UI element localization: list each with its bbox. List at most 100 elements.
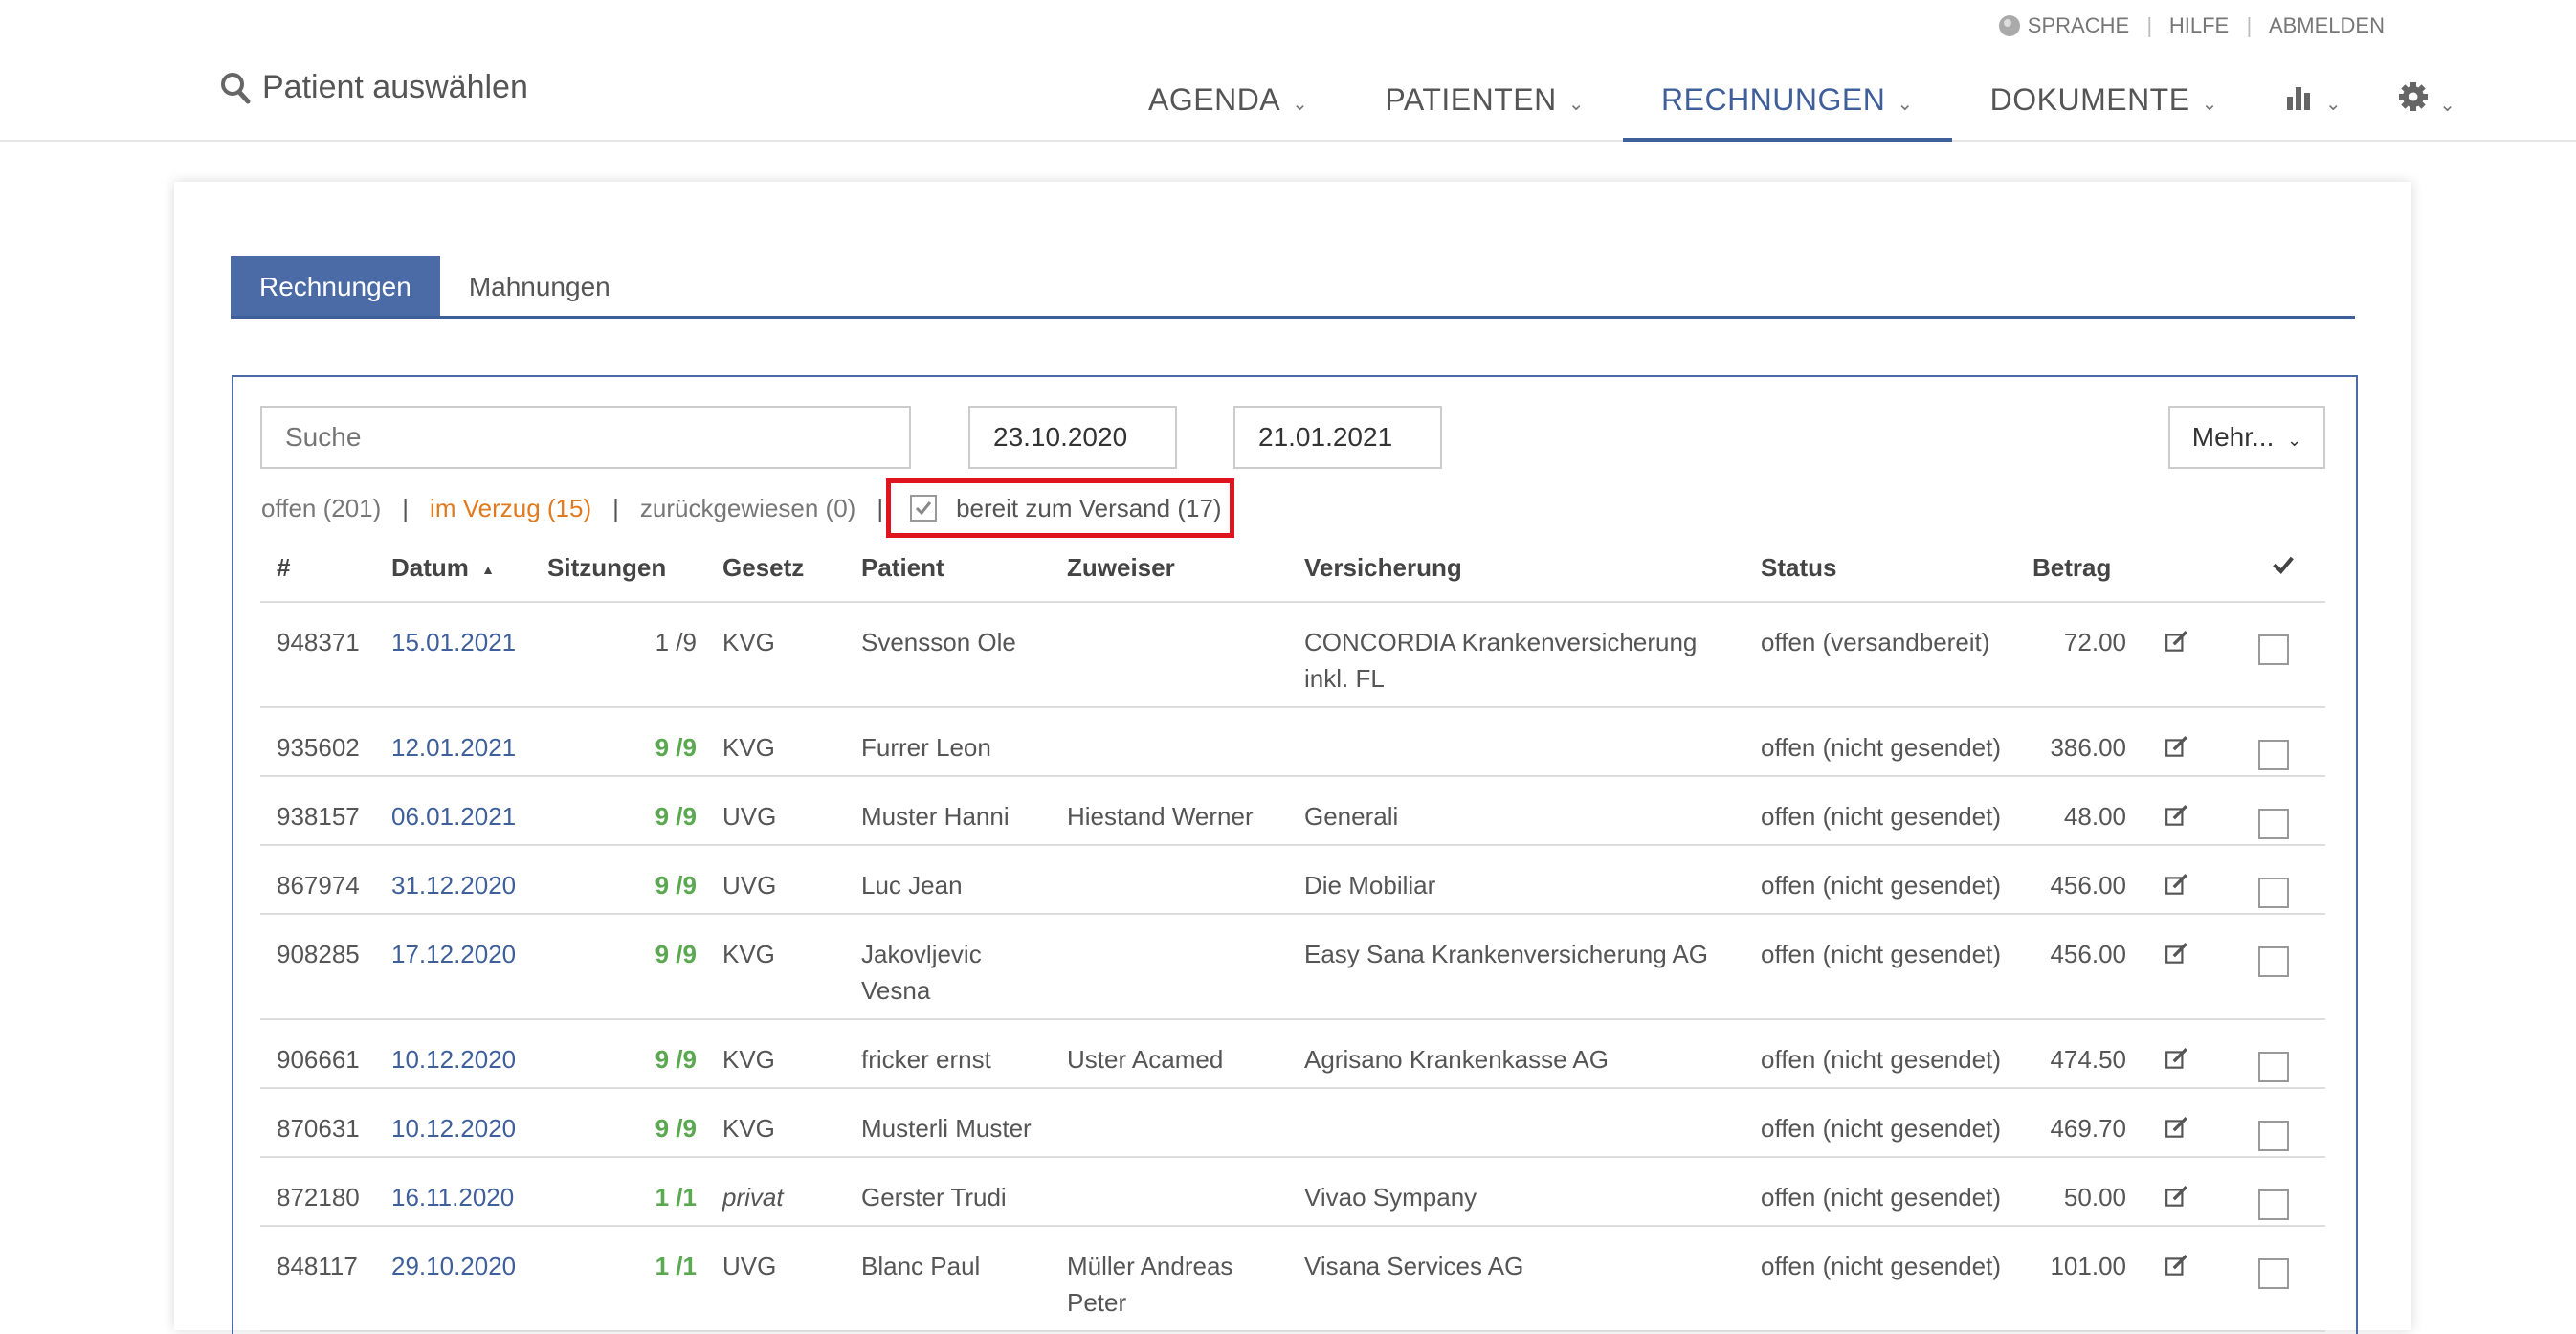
row-select-checkbox-cell[interactable] (2258, 942, 2289, 978)
row-select-checkbox-cell[interactable] (2258, 873, 2289, 909)
row-select-checkbox-cell[interactable] (2258, 1254, 2289, 1290)
select-all-checkmark-icon[interactable] (2270, 551, 2297, 585)
top-navigation-bar: SPRACHE | HILFE | ABMELDEN Patient auswä… (0, 0, 2576, 142)
column-header-status[interactable]: Status (1761, 553, 1836, 583)
patient-name: fricker ernst (861, 1045, 991, 1074)
edit-icon[interactable] (2165, 1114, 2189, 1150)
separator: | (402, 493, 410, 522)
row-select-checkbox-cell[interactable] (2258, 804, 2289, 840)
insurance-name: Visana Services AG (1304, 1252, 1524, 1280)
table-row[interactable]: 935602 12.01.2021 9 /9 KVG Furrer Leon offen … (260, 708, 2325, 777)
nav-patienten[interactable]: PATIENTEN ⌄ (1346, 59, 1623, 142)
law-type: KVG (722, 628, 775, 656)
row-select-checkbox[interactable] (2258, 740, 2289, 771)
invoice-status: offen (nicht gesendet) (1761, 1114, 2002, 1143)
patient-name: Luc Jean (861, 871, 963, 900)
column-header-number[interactable]: # (277, 553, 290, 583)
row-select-checkbox[interactable] (2258, 1052, 2289, 1083)
sort-ascending-icon: ▲ (481, 562, 495, 578)
table-row[interactable]: 870631 10.12.2020 9 /9 KVG Musterli Muster of… (260, 1089, 2325, 1158)
table-row[interactable]: 867974 31.12.2020 9 /9 UVG Luc Jean Die Mobil… (260, 846, 2325, 915)
column-header-patient[interactable]: Patient (861, 553, 1053, 583)
nav-agenda[interactable]: AGENDA ⌄ (1110, 59, 1346, 142)
nav-dokumente-label: DOKUMENTE (1989, 82, 2190, 117)
law-type: KVG (722, 1045, 775, 1074)
edit-icon[interactable] (2165, 1045, 2189, 1081)
row-select-checkbox[interactable] (2258, 946, 2289, 978)
row-select-checkbox[interactable] (2258, 1189, 2289, 1221)
nav-rechnungen[interactable]: RECHNUNGEN ⌄ (1623, 59, 1952, 142)
chevron-down-icon: ⌄ (2201, 94, 2218, 115)
date-from-field[interactable]: 23.10.2020 (968, 406, 1177, 469)
insurance-name: Easy Sana Krankenversicherung AG (1304, 940, 1709, 968)
filter-rejected[interactable]: zurückgewiesen (0) (640, 494, 855, 523)
filter-open[interactable]: offen (201) (261, 494, 381, 523)
table-row[interactable]: 938157 06.01.2021 9 /9 UVG Muster Hanni Hiest… (260, 777, 2325, 846)
invoice-number: 935602 (277, 733, 360, 762)
nav-rechnungen-label: RECHNUNGEN (1661, 82, 1886, 117)
invoice-status: offen (nicht gesendet) (1761, 1252, 2002, 1280)
date-to-field[interactable]: 21.01.2021 (1233, 406, 1442, 469)
nav-dokumente[interactable]: DOKUMENTE ⌄ (1952, 59, 2256, 142)
referrer-name: Müller Andreas Peter (1067, 1252, 1233, 1317)
row-select-checkbox-cell[interactable] (2258, 630, 2289, 666)
row-select-checkbox[interactable] (2258, 1121, 2289, 1152)
patient-name: Musterli Muster (861, 1114, 1032, 1143)
row-select-checkbox-cell[interactable] (2258, 735, 2289, 771)
invoice-status: offen (nicht gesendet) (1761, 1045, 2002, 1074)
patient-select-button[interactable]: Patient auswählen (220, 69, 528, 106)
edit-icon[interactable] (2165, 802, 2189, 838)
invoice-number: 848117 (277, 1252, 358, 1280)
highlight-box (886, 478, 1234, 538)
search-input[interactable] (260, 406, 911, 469)
main-navigation: AGENDA ⌄ PATIENTEN ⌄ RECHNUNGEN ⌄ DOKUMENTE… (1110, 59, 2484, 142)
tab-rechnungen[interactable]: Rechnungen (231, 256, 440, 316)
invoice-amount: 469.70 (2050, 1114, 2126, 1143)
edit-icon[interactable] (2165, 940, 2189, 976)
edit-icon[interactable] (2165, 871, 2189, 907)
invoice-amount: 456.00 (2050, 940, 2126, 968)
table-row[interactable]: 848117 29.10.2020 1 /1 UVG Blanc Paul Müller … (260, 1227, 2325, 1332)
law-type: KVG (722, 733, 775, 762)
row-select-checkbox-cell[interactable] (2258, 1047, 2289, 1083)
table-row[interactable]: 906661 10.12.2020 9 /9 KVG fricker ernst Uste… (260, 1020, 2325, 1089)
row-select-checkbox[interactable] (2258, 1258, 2289, 1290)
column-header-date[interactable]: Datum ▲ (391, 553, 495, 583)
chevron-down-icon: ⌄ (1897, 94, 1914, 115)
patient-name: Svensson Ole (861, 628, 1016, 656)
column-header-insurance[interactable]: Versicherung (1304, 553, 1725, 583)
table-body: 948371 15.01.2021 1 /9 KVG Svensson Ole CONCO… (260, 603, 2325, 1332)
invoice-status: offen (nicht gesendet) (1761, 871, 2002, 900)
row-select-checkbox[interactable] (2258, 809, 2289, 840)
help-link[interactable]: HILFE (2169, 13, 2229, 38)
row-select-checkbox[interactable] (2258, 878, 2289, 909)
nav-settings[interactable]: ⌄ (2370, 59, 2484, 142)
column-header-referrer[interactable]: Zuweiser (1067, 553, 1277, 583)
column-header-law[interactable]: Gesetz (722, 553, 804, 583)
row-select-checkbox-cell[interactable] (2258, 1185, 2289, 1221)
filter-overdue[interactable]: im Verzug (15) (430, 494, 591, 523)
referrer-name: Hiestand Werner (1067, 802, 1254, 831)
patient-select-label: Patient auswählen (262, 69, 528, 105)
language-link[interactable]: SPRACHE (2028, 13, 2129, 38)
separator: | (2146, 13, 2152, 37)
row-select-checkbox[interactable] (2258, 634, 2289, 666)
more-button[interactable]: Mehr... ⌄ (2168, 406, 2325, 469)
invoice-amount: 101.00 (2050, 1252, 2126, 1280)
column-header-sessions[interactable]: Sitzungen (547, 553, 666, 583)
table-row[interactable]: 948371 15.01.2021 1 /9 KVG Svensson Ole CONCO… (260, 603, 2325, 708)
logout-link[interactable]: ABMELDEN (2269, 13, 2385, 38)
invoice-amount: 72.00 (2063, 628, 2126, 656)
nav-statistics[interactable]: ⌄ (2256, 59, 2370, 142)
table-row[interactable]: 872180 16.11.2020 1 /1 privat Gerster Trudi V… (260, 1158, 2325, 1227)
tab-mahnungen[interactable]: Mahnungen (440, 256, 639, 316)
row-select-checkbox-cell[interactable] (2258, 1116, 2289, 1152)
edit-icon[interactable] (2165, 628, 2189, 664)
column-header-date-label: Datum (391, 553, 469, 582)
edit-icon[interactable] (2165, 733, 2189, 769)
insurance-name: Vivao Sympany (1304, 1183, 1477, 1212)
edit-icon[interactable] (2165, 1183, 2189, 1219)
column-header-amount[interactable]: Betrag (2032, 553, 2111, 583)
table-row[interactable]: 908285 17.12.2020 9 /9 KVG Jakovljevic Vesna… (260, 915, 2325, 1020)
edit-icon[interactable] (2165, 1252, 2189, 1288)
